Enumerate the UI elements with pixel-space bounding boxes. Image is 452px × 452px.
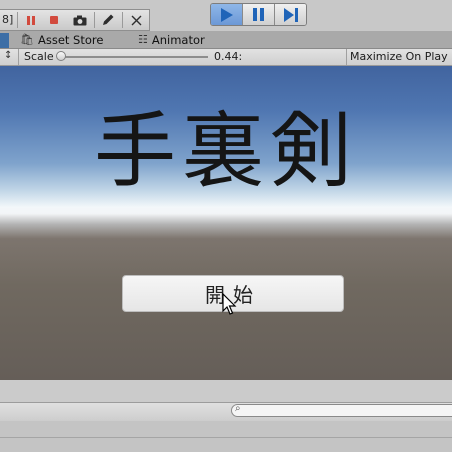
pause-button[interactable] <box>243 4 275 25</box>
maximize-on-play-toggle[interactable]: Maximize On Play <box>350 50 448 63</box>
play-controls <box>210 3 307 26</box>
screenshot-button[interactable] <box>71 13 89 27</box>
divider <box>94 12 95 28</box>
left-tool-group: 8] <box>0 9 150 31</box>
editor-tab-bar: 🛍︎ Asset Store ☷ Animator <box>0 31 452 49</box>
tab-label: Animator <box>151 32 205 47</box>
step-button[interactable] <box>275 4 306 25</box>
game-title: 手裏剣 <box>93 104 358 199</box>
tab-label: Asset Store <box>37 32 104 47</box>
play-button[interactable] <box>211 4 243 25</box>
scale-value: 0.44: <box>214 50 243 63</box>
divider <box>18 49 19 65</box>
shopping-bag-icon: 🛍︎ <box>20 33 34 46</box>
pencil-icon <box>103 14 114 25</box>
game-viewport[interactable]: 手裏剣 開始 <box>0 66 452 380</box>
mouse-pointer-icon <box>222 293 237 315</box>
close-button[interactable] <box>127 13 145 27</box>
scale-slider-thumb[interactable] <box>56 51 66 61</box>
edit-button[interactable] <box>99 13 117 27</box>
aspect-dropdown-arrow-icon[interactable]: ↕ <box>4 50 12 61</box>
divider <box>17 12 18 28</box>
step-icon <box>283 7 298 22</box>
camera-icon <box>73 15 87 25</box>
panel-gap <box>0 380 452 402</box>
animator-icon: ☷ <box>138 33 148 46</box>
stop-button[interactable] <box>45 13 63 27</box>
record-square-icon <box>27 15 35 25</box>
tab-asset-store[interactable]: 🛍︎ Asset Store <box>12 31 111 48</box>
game-view-toolbar: ↕ Scale 0.44: Maximize On Play <box>0 49 452 66</box>
divider <box>122 12 123 28</box>
main-toolbar: 8] <box>0 0 452 31</box>
scale-label: Scale <box>24 50 54 63</box>
play-icon <box>220 7 233 22</box>
divider <box>346 49 347 65</box>
close-icon <box>131 15 141 25</box>
scale-slider-track[interactable] <box>60 56 208 58</box>
stop-square-icon <box>50 16 58 24</box>
divider <box>0 437 452 438</box>
pause-icon <box>253 8 264 21</box>
tool-group-label: 8] <box>2 13 14 26</box>
search-icon: ⌕ <box>235 403 241 414</box>
tab-game-active[interactable] <box>0 33 9 48</box>
tab-animator[interactable]: ☷ Animator <box>130 31 213 48</box>
record-button[interactable] <box>22 13 40 27</box>
search-input[interactable]: ⌕ <box>231 403 452 417</box>
